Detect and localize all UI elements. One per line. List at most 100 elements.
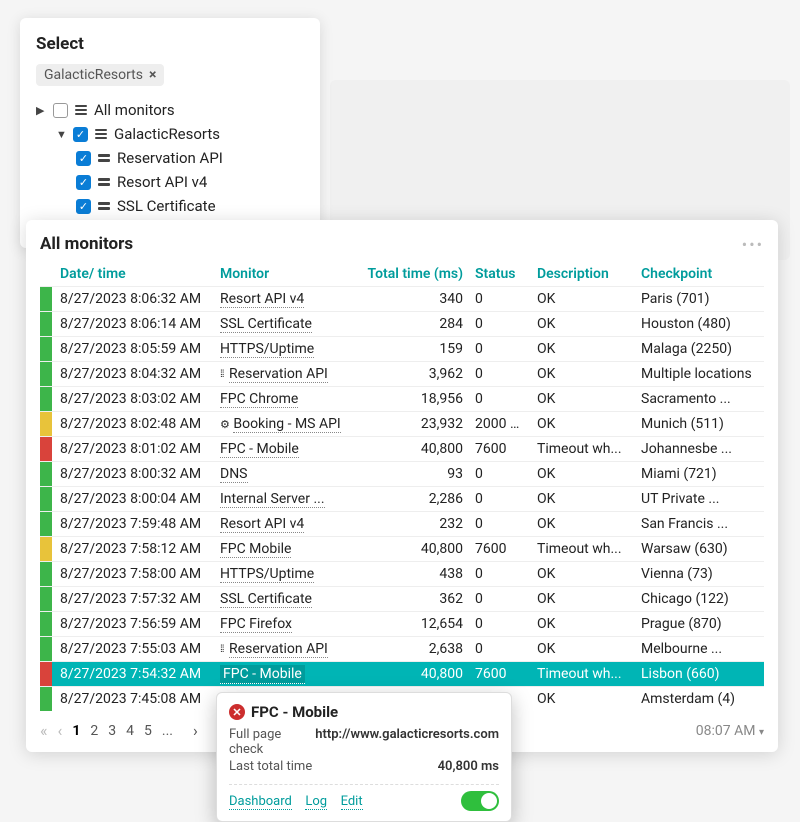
cell-desc: OK [531,462,635,487]
cell-monitor[interactable]: DNS [214,462,359,487]
cell-monitor[interactable]: Resort API v4 [214,287,359,312]
cell-checkpoint: Lisbon (660) [635,662,764,687]
table-row[interactable]: 8/27/2023 8:06:14 AMSSL Certificate2840O… [40,312,764,337]
cell-monitor[interactable]: FPC Mobile [214,537,359,562]
chip-remove-icon[interactable]: × [149,67,156,83]
cell-date: 8/27/2023 8:06:32 AM [54,287,214,312]
cell-desc: OK [531,587,635,612]
error-icon: ✕ [229,704,245,720]
pager-page[interactable]: 4 [126,723,134,739]
cell-date: 8/27/2023 8:03:02 AM [54,387,214,412]
table-row[interactable]: 8/27/2023 8:05:59 AMHTTPS/Uptime1590OKMa… [40,337,764,362]
pager-page[interactable]: 3 [108,723,116,739]
cell-monitor[interactable]: HTTPS/Uptime [214,337,359,362]
cell-monitor[interactable]: ⁞⁞ Reservation API [214,362,359,387]
col-checkpoint[interactable]: Checkpoint [635,262,764,287]
cell-desc: OK [531,412,635,437]
table-row[interactable]: 8/27/2023 7:54:32 AMFPC - Mobile40,80076… [40,662,764,687]
cell-monitor[interactable]: FPC Firefox [214,612,359,637]
checkbox-group[interactable] [73,127,88,142]
cell-checkpoint: Chicago (122) [635,587,764,612]
popup-toggle[interactable] [461,791,499,811]
checkbox-leaf[interactable] [76,175,91,190]
monitors-table: Date/ time Monitor Total time (ms) Statu… [40,262,764,711]
popup-link-dashboard[interactable]: Dashboard [229,794,292,810]
popup-link-edit[interactable]: Edit [341,794,363,810]
cell-checkpoint: Munich (511) [635,412,764,437]
cell-monitor[interactable]: HTTPS/Uptime [214,562,359,587]
cell-status: 7600 [469,437,531,462]
table-row[interactable]: 8/27/2023 7:59:48 AMResort API v42320OKS… [40,512,764,537]
dropdown-icon[interactable]: ▾ [759,727,764,738]
status-indicator [40,462,52,486]
cell-monitor[interactable]: SSL Certificate [214,312,359,337]
col-monitor[interactable]: Monitor [214,262,359,287]
status-indicator [40,287,52,311]
table-row[interactable]: 8/27/2023 7:55:03 AM⁞⁞ Reservation API2,… [40,637,764,662]
col-date[interactable]: Date/ time [54,262,214,287]
cell-desc: Timeout wh... [531,537,635,562]
cell-status: 0 [469,387,531,412]
table-row[interactable]: 8/27/2023 7:58:00 AMHTTPS/Uptime4380OKVi… [40,562,764,587]
cell-monitor[interactable]: ⚙ Booking - MS API [214,412,359,437]
checkbox-leaf[interactable] [76,151,91,166]
chip-label: GalacticResorts [44,67,143,83]
pager-page[interactable]: 2 [90,723,98,739]
clock-label: 08:07 AM ▾ [696,723,764,739]
checkbox-leaf[interactable] [76,199,91,214]
cell-date: 8/27/2023 8:05:59 AM [54,337,214,362]
filter-chip[interactable]: GalacticResorts × [36,64,164,86]
table-row[interactable]: 8/27/2023 8:00:04 AMInternal Server ...2… [40,487,764,512]
select-title: Select [36,34,304,54]
pager-prev-icon[interactable]: ‹ [58,721,63,740]
table-row[interactable]: 8/27/2023 8:03:02 AMFPC Chrome18,9560OKS… [40,387,764,412]
table-row[interactable]: 8/27/2023 7:56:59 AMFPC Firefox12,6540OK… [40,612,764,637]
cell-monitor[interactable]: FPC - Mobile [214,662,359,687]
table-row[interactable]: 8/27/2023 8:06:32 AMResort API v43400OKP… [40,287,764,312]
caret-down-icon[interactable]: ▼ [56,128,66,141]
cell-total: 23,932 [359,412,469,437]
status-indicator [40,337,52,361]
pager-page[interactable]: 5 [144,723,152,739]
tree-root-all[interactable]: ▶ All monitors [36,98,304,122]
table-row[interactable]: 8/27/2023 8:02:48 AM⚙ Booking - MS API23… [40,412,764,437]
cell-status: 2000 📷 [469,412,531,437]
cell-desc: OK [531,337,635,362]
tree-leaf[interactable]: Resort API v4 [36,170,304,194]
tree-leaf[interactable]: SSL Certificate [36,194,304,218]
table-row[interactable]: 8/27/2023 7:58:12 AMFPC Mobile40,8007600… [40,537,764,562]
caret-right-icon[interactable]: ▶ [36,104,46,117]
pager-first-icon[interactable]: « [40,721,48,740]
cell-checkpoint: UT Private ... [635,487,764,512]
cell-checkpoint: Amsterdam (4) [635,687,764,712]
select-panel: Select GalacticResorts × ▶ All monitors … [20,18,320,248]
pager-page[interactable]: ... [162,723,173,739]
col-total[interactable]: Total time (ms) [359,262,469,287]
col-desc[interactable]: Description [531,262,635,287]
cell-monitor[interactable]: FPC - Mobile [214,437,359,462]
tree-group[interactable]: ▼ GalacticResorts [36,122,304,146]
table-row[interactable]: 8/27/2023 8:00:32 AMDNS930OKMiami (721) [40,462,764,487]
cell-date: 8/27/2023 7:58:12 AM [54,537,214,562]
checkbox-all[interactable] [53,103,68,118]
cell-monitor[interactable]: ⁞⁞ Reservation API [214,637,359,662]
table-row[interactable]: 8/27/2023 8:04:32 AM⁞⁞ Reservation API3,… [40,362,764,387]
cell-total: 2,286 [359,487,469,512]
pager-next-icon[interactable]: › [193,721,198,740]
cell-monitor[interactable]: FPC Chrome [214,387,359,412]
cell-monitor[interactable]: SSL Certificate [214,587,359,612]
col-status[interactable]: Status [469,262,531,287]
popup-link-log[interactable]: Log [305,794,327,810]
cell-monitor[interactable]: Resort API v4 [214,512,359,537]
panel-menu-icon[interactable]: ••• [742,235,764,254]
cell-desc: OK [531,512,635,537]
cell-desc: OK [531,387,635,412]
pager-page[interactable]: 1 [72,723,80,739]
cell-date: 8/27/2023 8:04:32 AM [54,362,214,387]
tree-leaf[interactable]: Reservation API [36,146,304,170]
table-row[interactable]: 8/27/2023 7:57:32 AMSSL Certificate3620O… [40,587,764,612]
cell-date: 8/27/2023 7:55:03 AM [54,637,214,662]
cell-monitor[interactable]: Internal Server ... [214,487,359,512]
leaf-label: SSL Certificate [117,197,216,215]
table-row[interactable]: 8/27/2023 8:01:02 AMFPC - Mobile40,80076… [40,437,764,462]
